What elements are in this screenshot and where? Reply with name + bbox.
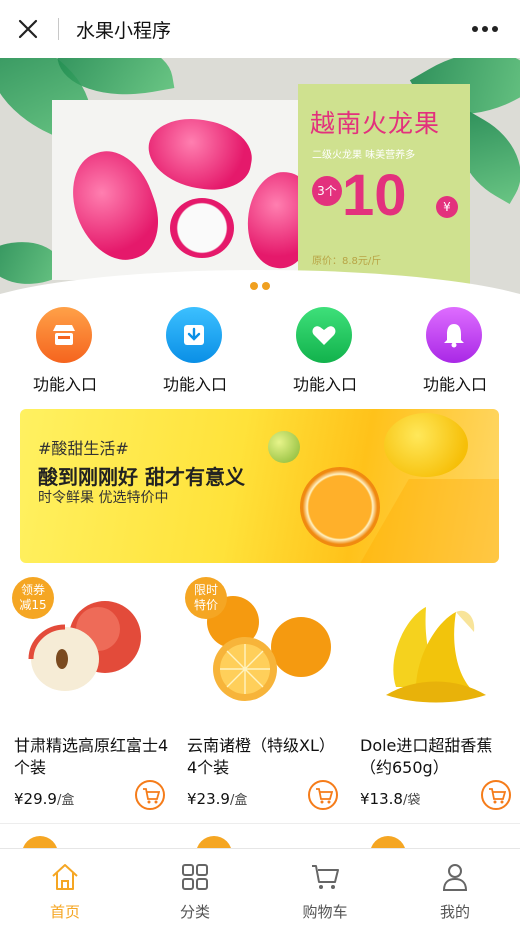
- banana-image: [356, 577, 509, 712]
- product-price: ¥23.9/盒: [187, 790, 248, 808]
- divider: [0, 823, 520, 824]
- dragon-fruit: [142, 111, 258, 197]
- promo-title: 酸到刚刚好 甜才有意义: [38, 465, 245, 489]
- product-card[interactable]: 限时 特价 云南诸橙（特级XL）4个装 ¥23.9/盒: [173, 577, 346, 817]
- heart-icon: [296, 307, 352, 363]
- product-card[interactable]: 领券 减15 甘肃精选高原红富士4个装 ¥29.9/盒: [0, 577, 173, 817]
- lemon-image: [384, 413, 468, 477]
- banner-original-price: 原价：8.8元/斤: [312, 256, 382, 267]
- tab-label: 首页: [49, 903, 80, 921]
- function-label: 功能入口: [292, 375, 357, 394]
- dragon-fruit-half: [170, 198, 234, 258]
- promo-card[interactable]: #酸甜生活# 酸到刚刚好 甜才有意义 时令鲜果 优选特价中: [20, 409, 499, 563]
- banner-headline: 越南火龙果: [310, 109, 441, 138]
- function-label: 功能入口: [422, 375, 487, 394]
- tab-cart[interactable]: 购物车: [260, 849, 390, 925]
- close-icon[interactable]: [12, 13, 44, 45]
- function-label: 功能入口: [32, 375, 97, 394]
- cart-icon: [312, 865, 339, 889]
- cart-icon: [489, 788, 506, 804]
- more-icon[interactable]: [468, 17, 502, 41]
- tab-label: 购物车: [302, 903, 348, 921]
- product-name: Dole进口超甜香蕉（约650g）: [360, 736, 493, 777]
- product-name: 云南诸橙（特级XL）4个装: [187, 736, 335, 777]
- app-title: 水果小程序: [76, 20, 172, 42]
- carousel-dot[interactable]: [250, 282, 258, 290]
- store-icon: [36, 307, 92, 363]
- divider: [58, 18, 59, 40]
- carousel-dot[interactable]: [262, 282, 270, 290]
- bottom-tab-bar: 首页 分类 购物车 我的: [0, 848, 520, 925]
- tab-profile[interactable]: 我的: [390, 849, 520, 925]
- banner-subtitle: 二级火龙果 味美营养多: [312, 150, 416, 161]
- promo-subtitle: 时令鲜果 优选特价中: [38, 490, 169, 506]
- tab-home[interactable]: 首页: [0, 849, 130, 925]
- banner-currency: ¥: [436, 196, 458, 218]
- function-entry-1[interactable]: 功能入口: [0, 303, 130, 403]
- product-price: ¥29.9/盒: [14, 790, 75, 808]
- sale-badge: 限时 特价: [185, 577, 227, 619]
- function-label: 功能入口: [162, 375, 227, 394]
- home-icon: [52, 864, 78, 890]
- promo-tag: #酸甜生活#: [38, 439, 129, 458]
- tab-label: 我的: [439, 903, 470, 921]
- orange-slice-image: [300, 467, 380, 547]
- grape-image: [268, 431, 300, 463]
- add-to-cart-button[interactable]: [308, 780, 338, 810]
- bell-icon: [426, 307, 482, 363]
- cart-icon: [143, 788, 160, 804]
- banner-quantity: 3个: [312, 176, 342, 206]
- product-price: ¥13.8/袋: [360, 790, 421, 808]
- dragon-fruit-photo: [52, 100, 321, 280]
- top-bar: 水果小程序: [0, 0, 520, 58]
- add-to-cart-button[interactable]: [135, 780, 165, 810]
- user-icon: [442, 864, 468, 891]
- add-to-cart-button[interactable]: [481, 780, 511, 810]
- tab-label: 分类: [179, 903, 210, 921]
- function-entry-2[interactable]: 功能入口: [130, 303, 260, 403]
- coupon-badge: 领券 减15: [12, 577, 54, 619]
- tab-category[interactable]: 分类: [130, 849, 260, 925]
- function-entry-4[interactable]: 功能入口: [390, 303, 520, 403]
- banner-price: 10: [342, 163, 407, 228]
- carousel-indicator: [0, 275, 520, 290]
- product-card[interactable]: Dole进口超甜香蕉（约650g） ¥13.8/袋: [346, 577, 519, 817]
- banner-price-panel: 越南火龙果 二级火龙果 味美营养多 3个 10 ¥ 原价：8.8元/斤: [298, 84, 470, 289]
- grid-icon: [182, 864, 208, 890]
- cart-icon: [316, 788, 333, 804]
- function-entry-3[interactable]: 功能入口: [260, 303, 390, 403]
- download-icon: [166, 307, 222, 363]
- product-name: 甘肃精选高原红富士4个装: [14, 736, 169, 777]
- promo-banner[interactable]: 越南火龙果 二级火龙果 味美营养多 3个 10 ¥ 原价：8.8元/斤: [0, 58, 520, 303]
- function-entries: 功能入口 功能入口 功能入口 功能入口: [0, 303, 520, 403]
- product-list: 领券 减15 甘肃精选高原红富士4个装 ¥29.9/盒 限时 特价 云南诸橙（特级X…: [0, 577, 520, 817]
